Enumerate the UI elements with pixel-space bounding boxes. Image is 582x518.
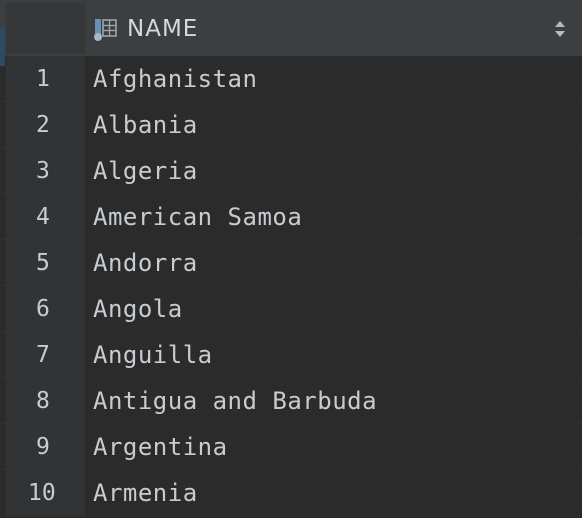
cell-name[interactable]: Andorra [86, 240, 577, 286]
row-number-header[interactable] [6, 3, 85, 54]
cell-name[interactable]: American Samoa [86, 194, 577, 240]
row-number: 7 [6, 332, 85, 378]
table-row[interactable]: 5 Andorra [0, 240, 582, 286]
table-column-icon [93, 16, 119, 42]
cell-name[interactable]: Algeria [86, 148, 577, 194]
table-row[interactable]: 2 Albania [0, 102, 582, 148]
cell-name[interactable]: Argentina [86, 424, 577, 470]
table-row[interactable]: 3 Algeria [0, 148, 582, 194]
cell-name[interactable]: Armenia [86, 470, 577, 516]
table-row[interactable]: 7 Anguilla [0, 332, 582, 378]
column-header-name[interactable]: NAME [86, 3, 577, 54]
column-header-label: NAME [127, 15, 199, 42]
cell-name[interactable]: Albania [86, 102, 577, 148]
result-grid: NAME 1 Afghanistan 2 Albania 3 Algeria 4… [0, 0, 582, 518]
row-number: 9 [6, 424, 85, 470]
row-number: 4 [6, 194, 85, 240]
table-body: 1 Afghanistan 2 Albania 3 Algeria 4 Amer… [0, 56, 582, 516]
row-number: 3 [6, 148, 85, 194]
sort-arrows-icon[interactable] [553, 19, 567, 39]
table-row[interactable]: 9 Argentina [0, 424, 582, 470]
cell-name[interactable]: Afghanistan [86, 56, 577, 102]
row-number: 8 [6, 378, 85, 424]
cell-name[interactable]: Angola [86, 286, 577, 332]
table-row[interactable]: 1 Afghanistan [0, 56, 582, 102]
cell-name[interactable]: Antigua and Barbuda [86, 378, 577, 424]
row-number: 1 [6, 56, 85, 102]
table-row[interactable]: 6 Angola [0, 286, 582, 332]
row-number: 5 [6, 240, 85, 286]
table-row[interactable]: 8 Antigua and Barbuda [0, 378, 582, 424]
table-row[interactable]: 10 Armenia [0, 470, 582, 516]
table-row[interactable]: 4 American Samoa [0, 194, 582, 240]
grid-header: NAME [0, 0, 582, 56]
cell-name[interactable]: Anguilla [86, 332, 577, 378]
row-number: 2 [6, 102, 85, 148]
row-number: 10 [6, 470, 85, 516]
row-number: 6 [6, 286, 85, 332]
